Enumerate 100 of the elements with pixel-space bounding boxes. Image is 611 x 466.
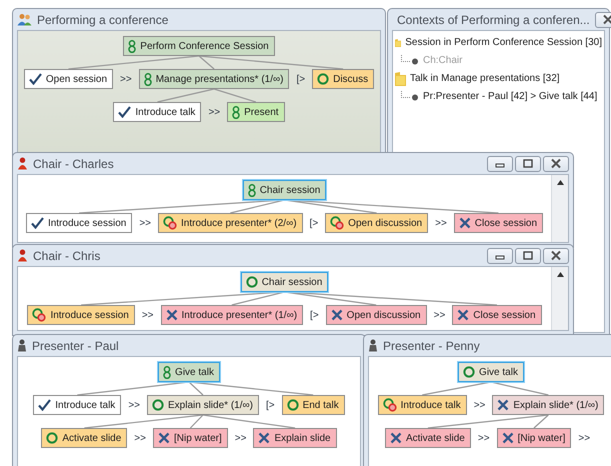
task-node[interactable]: Open discussion [325, 213, 428, 233]
task-node[interactable]: Close session [454, 213, 544, 233]
cross-icon [258, 432, 270, 444]
operator-label: >> [478, 432, 490, 444]
maximize-icon [521, 158, 535, 169]
task-node[interactable]: Give talk [158, 362, 220, 382]
window-title: Chair - Chris [33, 248, 100, 262]
task-node[interactable]: Discuss [312, 69, 374, 89]
operator-label: [> [310, 218, 318, 228]
tree-item[interactable]: Talk in Manage presentations [32] [410, 73, 560, 84]
overlapping-circles-icon [32, 308, 46, 322]
operator-label: >> [234, 432, 246, 444]
tree-branch-icon [401, 54, 419, 66]
vertical-scrollbar[interactable] [551, 175, 568, 242]
cross-icon [497, 399, 510, 411]
task-node[interactable]: Explain slide [253, 428, 337, 448]
circle-icon [463, 366, 476, 378]
window-title: Performing a conference [37, 12, 168, 26]
cross-icon [330, 309, 343, 321]
operator-label: >> [435, 218, 447, 228]
task-node[interactable]: Introduce presenter* (2/∞) [158, 213, 303, 233]
connector-line [157, 88, 214, 103]
person-icon [17, 249, 28, 262]
close-icon [549, 158, 563, 169]
operator-label: >> [208, 106, 220, 118]
tree-item[interactable]: Session in Perform Conference Session [30] [405, 37, 602, 48]
figure-eight-icon [248, 184, 256, 196]
cross-icon [502, 432, 514, 444]
minimize-button[interactable] [487, 156, 513, 172]
close-icon [549, 250, 563, 261]
cross-icon [166, 309, 178, 321]
operator-label: [> [310, 310, 319, 320]
task-node[interactable]: Introduce talk [113, 102, 202, 122]
cross-icon [457, 309, 470, 321]
operator-label: >> [578, 432, 590, 444]
circle-icon [246, 276, 258, 288]
maximize-icon [521, 250, 535, 261]
cross-icon [458, 217, 471, 229]
figure-eight-icon [232, 106, 240, 118]
scroll-up-icon [556, 180, 564, 185]
operator-label: >> [120, 74, 132, 84]
circle-icon [152, 399, 164, 411]
task-node[interactable]: Introduce presenter* (1/∞) [160, 305, 304, 325]
task-node[interactable]: Introduce session [26, 213, 132, 233]
check-icon [28, 73, 42, 85]
task-node[interactable]: Introduce session [27, 305, 135, 325]
minimize-button[interactable] [487, 248, 513, 264]
tree-branch-icon [401, 90, 419, 102]
cross-icon [390, 432, 402, 444]
check-icon [38, 399, 52, 411]
task-node[interactable]: Give talk [458, 362, 524, 382]
operator-label: >> [142, 310, 154, 320]
check-icon [30, 217, 44, 229]
task-node[interactable]: Introduce talk [33, 395, 122, 415]
scroll-up-icon [556, 272, 564, 277]
circle-icon [286, 399, 299, 411]
task-node[interactable]: Open discussion [326, 305, 427, 325]
task-node[interactable]: [Nip water] [496, 428, 572, 448]
close-button[interactable] [543, 248, 569, 264]
close-icon [600, 14, 611, 25]
figure-eight-icon [128, 40, 136, 52]
tree-item[interactable]: Pr:Presenter - Paul [42] > Give talk [44] [423, 91, 598, 102]
task-node[interactable]: Manage presentations* (1/∞) [138, 69, 290, 89]
task-node[interactable]: Present [227, 102, 285, 122]
task-node[interactable]: Explain slide* (1/∞) [147, 395, 259, 415]
connector-line [214, 88, 256, 103]
figure-eight-icon [144, 72, 152, 86]
circle-icon [317, 73, 330, 85]
people-icon [17, 13, 32, 26]
task-node[interactable]: Chair session [242, 180, 326, 200]
person-icon [17, 339, 27, 352]
operator-label: [> [266, 400, 275, 410]
vertical-scrollbar[interactable] [551, 267, 568, 330]
task-node[interactable]: Activate slide [41, 428, 128, 448]
task-node[interactable]: Explain slide* (1/∞) [492, 395, 604, 415]
cross-icon [158, 432, 170, 444]
task-node[interactable]: Chair session [240, 272, 328, 292]
overlapping-circles-icon [382, 398, 397, 412]
folder-icon [395, 72, 406, 86]
window-title: Chair - Charles [33, 156, 114, 170]
maximize-button[interactable] [515, 156, 541, 172]
close-button[interactable] [543, 156, 569, 172]
maximize-button[interactable] [515, 248, 541, 264]
task-node[interactable]: [Nip water] [152, 428, 228, 448]
task-node[interactable]: End talk [282, 395, 345, 415]
task-node[interactable]: Activate slide [384, 428, 471, 448]
task-node[interactable]: Close session [452, 305, 542, 325]
operator-label: [> [296, 74, 306, 84]
check-icon [118, 106, 132, 118]
operator-label: >> [128, 400, 140, 410]
person-icon [368, 339, 378, 352]
person-icon [17, 157, 28, 170]
overlapping-circles-icon [163, 216, 178, 230]
operator-label: >> [434, 310, 446, 320]
task-node[interactable]: Perform Conference Session [123, 36, 275, 56]
task-node[interactable]: Open session [24, 69, 114, 89]
operator-label: >> [474, 400, 486, 410]
task-node[interactable]: Introduce talk [378, 395, 467, 415]
figure-eight-icon [163, 366, 172, 378]
window-title: Contexts of Performing a conferen... [397, 12, 590, 26]
